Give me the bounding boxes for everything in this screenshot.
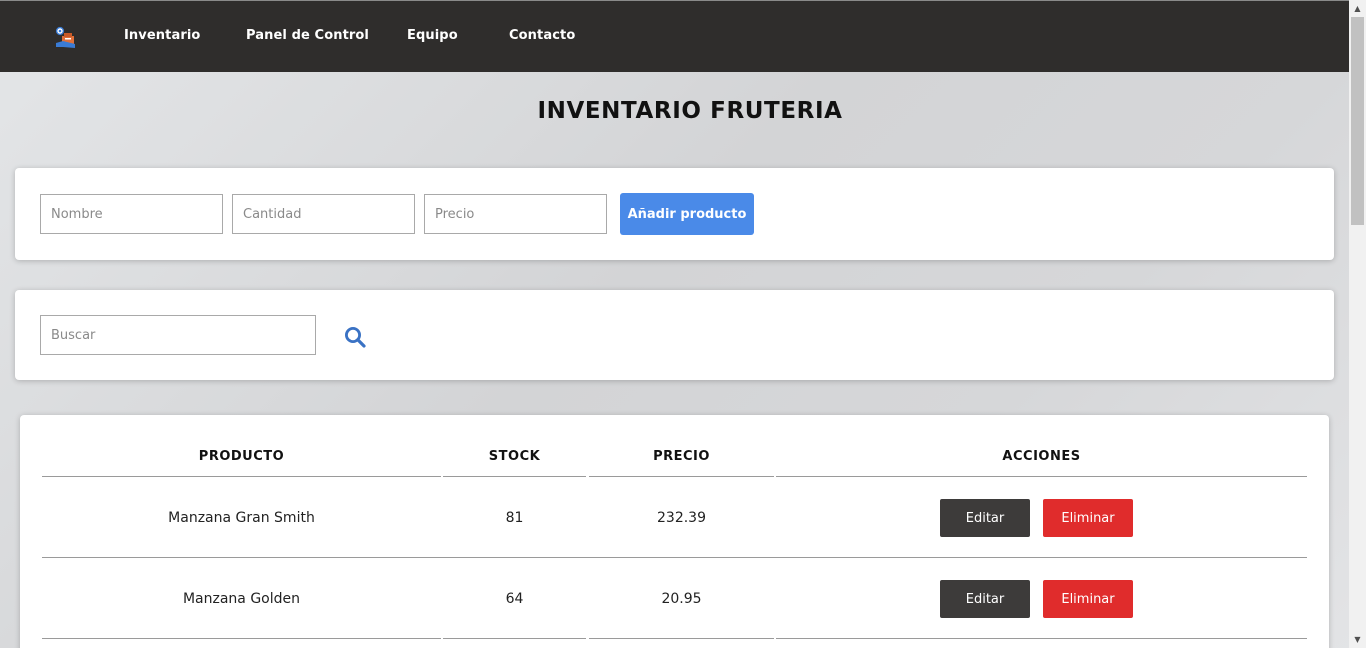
inventory-table: PRODUCTO STOCK PRECIO ACCIONES Manzana G… <box>20 415 1329 648</box>
navbar: Inventario Panel de Control Equipo Conta… <box>0 1 1349 72</box>
inventory-box-icon[interactable] <box>53 25 79 51</box>
vertical-scrollbar[interactable]: ▲ ▼ <box>1349 0 1366 648</box>
price-input[interactable] <box>424 194 607 234</box>
search-panel <box>15 290 1334 380</box>
search-input[interactable] <box>40 315 316 355</box>
page-title: INVENTARIO FRUTERIA <box>537 98 843 124</box>
header-divider <box>42 476 441 477</box>
header-divider <box>776 476 1307 477</box>
product-stock: 64 <box>505 591 524 607</box>
column-header-acciones: ACCIONES <box>1002 449 1081 464</box>
header-divider <box>589 476 774 477</box>
row-divider <box>776 638 1307 639</box>
search-icon[interactable] <box>344 326 366 348</box>
nav-link-panel-de-control[interactable]: Panel de Control <box>246 28 369 43</box>
delete-button[interactable]: Eliminar <box>1043 499 1133 537</box>
product-name: Manzana Gran Smith <box>168 510 315 526</box>
product-stock: 81 <box>505 510 524 526</box>
nav-link-inventario[interactable]: Inventario <box>124 28 200 43</box>
product-price: 20.95 <box>661 591 702 607</box>
column-header-producto[interactable]: PRODUCTO <box>42 449 441 464</box>
row-divider <box>589 638 774 639</box>
nav-link-contacto[interactable]: Contacto <box>509 28 575 43</box>
row-divider <box>42 557 1307 558</box>
add-product-button[interactable]: Añadir producto <box>620 193 754 235</box>
header-divider <box>443 476 586 477</box>
row-divider <box>42 638 441 639</box>
column-header-stock[interactable]: STOCK <box>443 449 586 464</box>
scroll-up-arrow-icon[interactable]: ▲ <box>1349 0 1366 17</box>
column-header-precio[interactable]: PRECIO <box>589 449 774 464</box>
edit-button[interactable]: Editar <box>940 580 1030 618</box>
product-name: Manzana Golden <box>182 591 301 607</box>
name-input[interactable] <box>40 194 223 234</box>
edit-button[interactable]: Editar <box>940 499 1030 537</box>
scroll-down-arrow-icon[interactable]: ▼ <box>1349 631 1366 648</box>
page: Inventario Panel de Control Equipo Conta… <box>0 0 1349 648</box>
quantity-input[interactable] <box>232 194 415 234</box>
product-price: 232.39 <box>657 510 706 526</box>
row-divider <box>443 638 586 639</box>
nav-link-equipo[interactable]: Equipo <box>407 28 458 43</box>
scrollbar-thumb[interactable] <box>1351 17 1364 225</box>
delete-button[interactable]: Eliminar <box>1043 580 1133 618</box>
add-product-form: Añadir producto <box>15 168 1334 260</box>
